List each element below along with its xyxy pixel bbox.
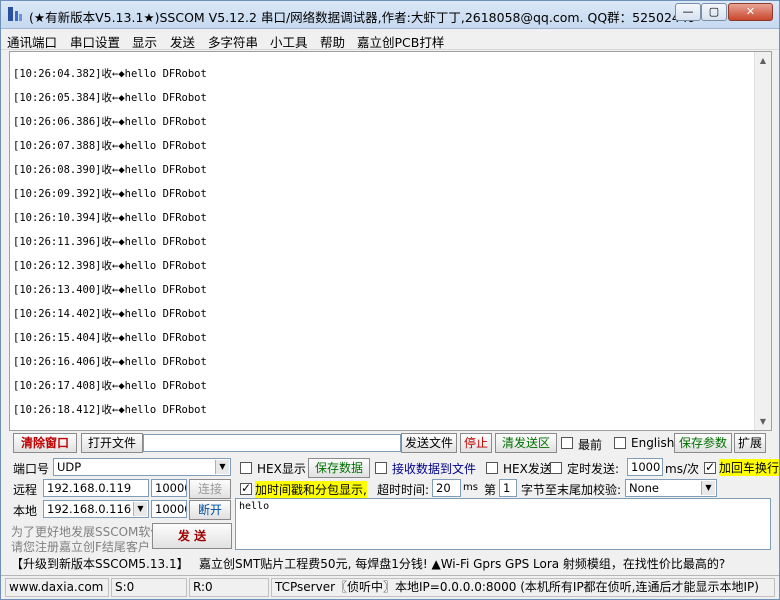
local-label: 本地 — [13, 504, 38, 518]
log-line: [10:26:16.406]收←◆hello DFRobot — [13, 356, 207, 368]
timestamp-checkbox[interactable] — [240, 481, 252, 495]
status-server: TCPserver〖侦听中〗本地IP=0.0.0.0:8000 (本机所有IP都… — [271, 578, 775, 597]
topmost-checkbox[interactable] — [561, 437, 573, 449]
menu-display[interactable]: 显示 — [132, 32, 157, 51]
timeout-unit: ms — [463, 482, 478, 493]
recv-to-file-label: 接收数据到文件 — [392, 462, 477, 476]
expand-button[interactable]: 扩展 — [734, 433, 766, 453]
log-line: [10:26:12.398]收←◆hello DFRobot — [13, 260, 207, 272]
menu-serial-settings[interactable]: 串口设置 — [70, 32, 120, 51]
title-bar: (★有新版本V5.13.1★)SSCOM V5.12.2 串口/网络数据调试器,… — [1, 1, 779, 29]
interval-input[interactable]: 1000 — [627, 458, 663, 476]
menu-bar: 通讯端口 串口设置 显示 发送 多字符串 小工具 帮助 嘉立创PCB打样 — [1, 30, 779, 50]
add-crlf-checkbox[interactable] — [704, 460, 716, 474]
add-crlf-label: 加回车换行 — [719, 459, 779, 476]
hex-send-checkbox[interactable] — [486, 462, 498, 474]
chevron-down-icon: ▼ — [133, 502, 147, 516]
minimize-button[interactable]: — — [675, 3, 701, 21]
local-ip-value: 192.168.0.116 — [47, 502, 132, 516]
ad-bar: 【升级到新版本SSCOM5.13.1】 嘉立创SMT贴片工程费50元, 每焊盘1… — [9, 553, 779, 573]
send-file-button[interactable]: 发送文件 — [401, 433, 457, 453]
connect-button[interactable]: 连接 — [189, 479, 231, 499]
port-label: 端口号 — [13, 462, 50, 476]
stop-button[interactable]: 停止 — [460, 433, 492, 453]
log-line: [10:26:13.400]收←◆hello DFRobot — [13, 284, 207, 296]
control-strip: 清除窗口 打开文件 发送文件 停止 清发送区 最前 English 保存参数 扩… — [9, 433, 779, 455]
topmost-label: 最前 — [578, 438, 603, 452]
window-title: (★有新版本V5.13.1★)SSCOM V5.12.2 串口/网络数据调试器,… — [29, 10, 696, 25]
remote-port-input[interactable]: 10000 — [151, 479, 187, 497]
menu-multi-string[interactable]: 多字符串 — [208, 32, 258, 51]
upgrade-link[interactable]: 【升级到新版本SSCOM5.13.1】 — [11, 555, 189, 572]
timestamp-label: 加时间戳和分包显示, — [255, 481, 367, 498]
open-file-button[interactable]: 打开文件 — [81, 433, 143, 453]
chevron-down-icon: ▼ — [215, 460, 229, 474]
log-line: [10:26:15.404]收←◆hello DFRobot — [13, 332, 207, 344]
app-icon — [8, 7, 22, 21]
nth-input[interactable]: 1 — [499, 479, 517, 497]
log-line: [10:26:04.382]收←◆hello DFRobot — [13, 68, 207, 80]
timed-send-label: 定时发送: — [567, 462, 620, 476]
log-line: [10:26:11.396]收←◆hello DFRobot — [13, 236, 207, 248]
log-line: [10:26:07.388]收←◆hello DFRobot — [13, 140, 207, 152]
recv-to-file-checkbox[interactable] — [375, 462, 387, 474]
log-line: [10:26:08.390]收←◆hello DFRobot — [13, 164, 207, 176]
clear-window-button[interactable]: 清除窗口 — [13, 433, 77, 453]
local-ip-select[interactable]: 192.168.0.116 ▼ — [43, 500, 149, 518]
app-window: (★有新版本V5.13.1★)SSCOM V5.12.2 串口/网络数据调试器,… — [0, 0, 780, 600]
save-params-button[interactable]: 保存参数 — [674, 433, 732, 453]
menu-pcb[interactable]: 嘉立创PCB打样 — [357, 32, 444, 51]
status-sent: S:0 — [111, 578, 187, 597]
save-data-button[interactable]: 保存数据 — [308, 458, 370, 478]
receive-log[interactable]: [10:26:04.382]收←◆hello DFRobot [10:26:05.… — [9, 51, 772, 431]
log-line: [10:26:05.384]收←◆hello DFRobot — [13, 92, 207, 104]
log-line: [10:26:06.386]收←◆hello DFRobot — [13, 116, 207, 128]
scroll-down-icon[interactable]: ▼ — [755, 413, 771, 430]
log-line: [10:26:17.408]收←◆hello DFRobot — [13, 380, 207, 392]
log-scrollbar[interactable]: ▲ ▼ — [754, 52, 771, 430]
english-checkbox[interactable] — [614, 437, 626, 449]
port-select[interactable]: UDP ▼ — [53, 458, 231, 476]
checksum-select[interactable]: None ▼ — [625, 479, 717, 497]
menu-comm-port[interactable]: 通讯端口 — [7, 32, 57, 51]
local-port-input[interactable]: 10000 — [151, 500, 187, 518]
maximize-button[interactable]: ▢ — [701, 3, 727, 21]
close-button[interactable]: ✕ — [728, 3, 773, 21]
remote-label: 远程 — [13, 483, 38, 497]
status-site[interactable]: www.daxia.com — [5, 578, 109, 597]
nth-label: 第 — [484, 483, 497, 497]
disconnect-button[interactable]: 断开 — [189, 500, 231, 520]
log-line: [10:26:14.402]收←◆hello DFRobot — [13, 308, 207, 320]
checksum-label: 字节至末尾加校验: — [521, 483, 622, 497]
hex-display-checkbox[interactable] — [240, 462, 252, 474]
log-line: [10:26:09.392]收←◆hello DFRobot — [13, 188, 207, 200]
interval-unit: ms/次 — [665, 462, 699, 476]
status-received: R:0 — [189, 578, 269, 597]
timeout-label: 超时时间: — [377, 483, 430, 497]
timeout-input[interactable]: 20 — [432, 479, 461, 497]
remote-ip-input[interactable]: 192.168.0.119 — [43, 479, 149, 497]
menu-send[interactable]: 发送 — [170, 32, 195, 51]
status-bar: www.daxia.com S:0 R:0 TCPserver〖侦听中〗本地IP… — [1, 575, 779, 599]
clear-send-button[interactable]: 清发送区 — [495, 433, 557, 453]
menu-tools[interactable]: 小工具 — [270, 32, 308, 51]
send-text-area[interactable]: hello — [235, 498, 771, 550]
english-label: English — [631, 436, 675, 450]
log-line: [10:26:10.394]收←◆hello DFRobot — [13, 212, 207, 224]
hex-display-label: HEX显示 — [257, 462, 306, 476]
file-path-input[interactable] — [143, 434, 401, 452]
menu-help[interactable]: 帮助 — [320, 32, 345, 51]
ad-message[interactable]: 嘉立创SMT贴片工程费50元, 每焊盘1分钱! ▲Wi-Fi Gprs GPS … — [199, 555, 725, 572]
timed-send-checkbox[interactable] — [550, 462, 562, 474]
checksum-value: None — [629, 481, 660, 495]
log-line: [10:26:18.412]收←◆hello DFRobot — [13, 404, 207, 416]
send-button[interactable]: 发 送 — [152, 523, 232, 549]
chevron-down-icon: ▼ — [701, 481, 715, 495]
port-value: UDP — [57, 460, 82, 474]
scroll-up-icon[interactable]: ▲ — [755, 52, 771, 69]
hex-send-label: HEX发送 — [503, 462, 552, 476]
